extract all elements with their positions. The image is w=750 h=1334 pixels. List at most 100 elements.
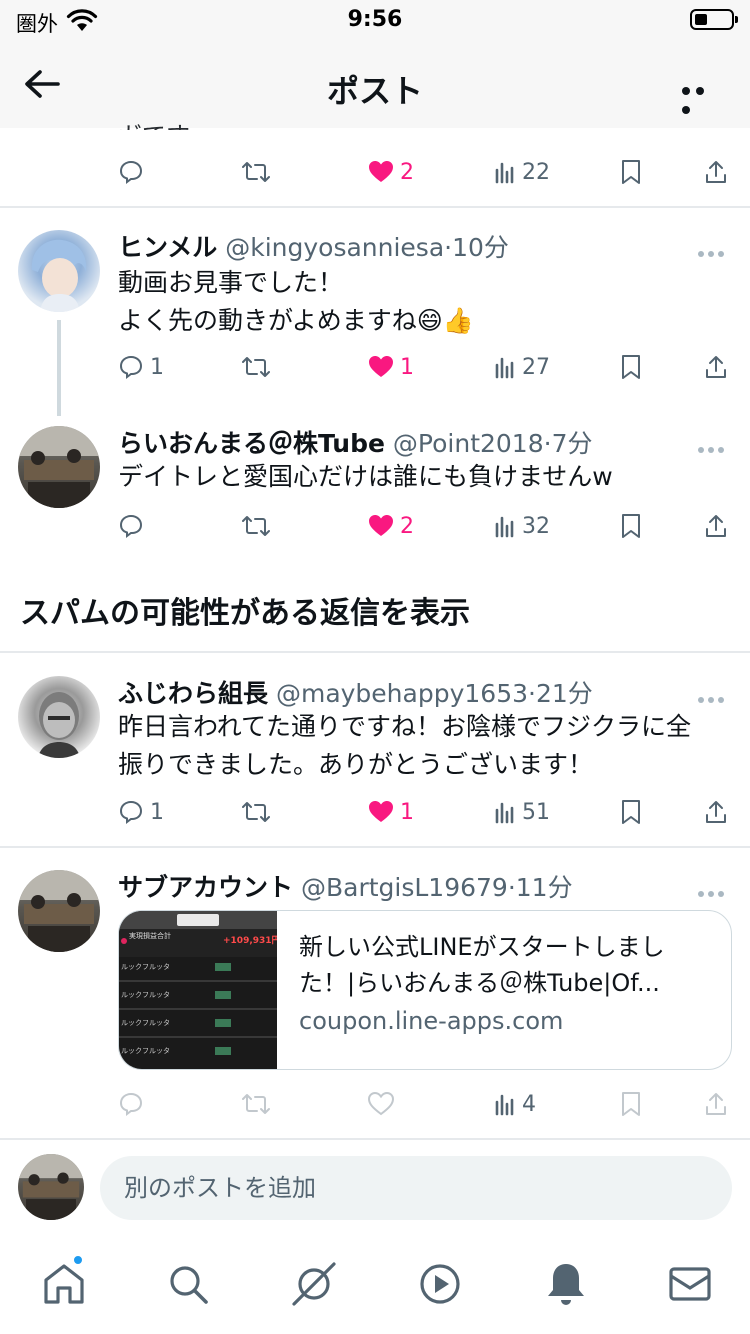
bookmark-button[interactable] [620, 799, 642, 825]
post-more-icon[interactable] [698, 882, 728, 897]
share-icon [706, 356, 726, 378]
avatar[interactable] [18, 870, 100, 952]
reply-icon [119, 800, 143, 824]
action-bar: 2 32 [118, 506, 728, 546]
views-button[interactable]: 22 [494, 160, 550, 185]
share-button[interactable] [704, 159, 728, 185]
reply-button[interactable] [118, 513, 144, 539]
like-count: 1 [400, 799, 414, 825]
bookmark-icon [622, 160, 640, 184]
views-chart-icon [495, 357, 514, 379]
view-count: 22 [522, 159, 550, 185]
display-name[interactable]: ヒンメル [118, 233, 217, 262]
more-options-icon[interactable] [682, 80, 722, 114]
notifications-icon[interactable] [542, 1260, 590, 1308]
views-chart-icon [495, 162, 514, 184]
like-button[interactable]: 1 [368, 800, 414, 825]
user-handle[interactable]: @maybehappy1653 [276, 679, 528, 708]
share-icon [706, 801, 726, 823]
views-button[interactable]: 27 [494, 355, 550, 380]
repost-button[interactable] [242, 799, 270, 825]
battery-icon [690, 9, 738, 30]
like-button[interactable]: 1 [368, 355, 414, 380]
share-button[interactable] [704, 513, 728, 539]
display-name[interactable]: ふじわら組長 [118, 679, 268, 708]
nav-bar: ポスト [0, 44, 750, 128]
link-card-thumbnail: 実現損益合計 +109,931円 ルックフルッタ ルックフルッタ ルックフルッタ… [119, 911, 277, 1069]
post-more-icon[interactable] [698, 688, 728, 703]
video-icon[interactable] [416, 1260, 464, 1308]
post-header: サブアカウント @BartgisL19679·11分 [118, 868, 573, 904]
repost-button[interactable] [242, 513, 270, 539]
notification-dot [72, 1254, 84, 1266]
home-icon[interactable] [40, 1260, 88, 1308]
post-time: 10分 [452, 233, 509, 262]
user-handle[interactable]: @Point2018 [393, 429, 544, 458]
user-handle[interactable]: @BartgisL19679 [301, 873, 508, 902]
post-text: 動画お見事でした！ よく先の動きがよめますね😄👍 [118, 264, 728, 340]
post-more-icon[interactable] [698, 438, 728, 453]
messages-icon[interactable] [666, 1260, 714, 1308]
link-card-domain: coupon.line-apps.com [299, 1007, 564, 1035]
share-button[interactable] [704, 354, 728, 380]
thumb-row-label: ルックフルッタ [121, 962, 170, 971]
post-text-line: 動画お見事でした！ [118, 268, 344, 297]
bookmark-icon [622, 355, 640, 379]
bookmark-button[interactable] [620, 513, 642, 539]
bookmark-button[interactable] [620, 354, 642, 380]
reply-count: 1 [150, 354, 164, 380]
avatar[interactable] [18, 676, 100, 758]
views-button[interactable]: 32 [494, 514, 550, 539]
grok-icon[interactable] [290, 1260, 338, 1308]
avatar[interactable] [18, 426, 100, 508]
repost-button[interactable] [242, 354, 270, 380]
views-button[interactable]: 51 [494, 800, 550, 825]
repost-button[interactable] [242, 159, 270, 185]
reply-icon [119, 355, 143, 379]
post-more-icon[interactable] [698, 242, 728, 257]
action-bar: 1 1 51 [118, 792, 728, 832]
post-header: らいおんまる＠株Tube @Point2018·7分 [118, 424, 592, 460]
post-time: 11分 [515, 873, 573, 902]
post-time: 21分 [535, 679, 593, 708]
avatar-image [38, 692, 80, 758]
reply-count: 1 [150, 799, 164, 825]
action-bar: 1 1 27 [118, 347, 728, 387]
link-card-title: 新しい公式LINEがスタートしました！|らいおんまる＠株Tube|Of... [299, 933, 665, 997]
own-avatar [18, 1154, 84, 1220]
share-icon [706, 515, 726, 537]
views-chart-icon [495, 516, 514, 538]
add-post-input[interactable]: 別のポストを追加 [100, 1156, 732, 1220]
clock: 9:56 [347, 7, 403, 32]
bookmark-icon [622, 800, 640, 824]
avatar-image [18, 426, 100, 508]
views-bar: 4 [118, 1084, 728, 1124]
reply-button[interactable]: 1 [118, 799, 164, 825]
post-text-line: 振りできました。ありがとうございます！ [118, 750, 594, 779]
user-handle[interactable]: @kingyosanniesa [225, 233, 444, 262]
partial-post-text: ガですw [118, 116, 210, 130]
action-bar: 2 22 [118, 152, 728, 192]
display-name[interactable]: サブアカウント [118, 873, 293, 902]
views-button[interactable]: 4 [494, 1092, 536, 1117]
avatar-image [18, 1154, 84, 1220]
like-button[interactable]: 2 [368, 160, 414, 185]
like-button[interactable]: 2 [368, 514, 414, 539]
separator-dot: · [507, 873, 516, 902]
display-name[interactable]: らいおんまる＠株Tube [118, 429, 385, 458]
separator-dot: · [444, 233, 453, 262]
show-spam-replies-link[interactable]: スパムの可能性がある返信を表示 [20, 588, 470, 632]
link-preview-card[interactable]: 実現損益合計 +109,931円 ルックフルッタ ルックフルッタ ルックフルッタ… [118, 910, 732, 1070]
avatar[interactable] [18, 230, 100, 312]
share-button[interactable] [704, 799, 728, 825]
reply-button[interactable] [118, 159, 144, 185]
view-count: 32 [522, 513, 550, 539]
search-icon[interactable] [164, 1260, 212, 1308]
bookmark-button[interactable] [620, 159, 642, 185]
view-count: 51 [522, 799, 550, 825]
post-text-line: デイトレと愛国心だけは誰にも負けませんw [118, 462, 613, 491]
like-count: 2 [400, 513, 414, 539]
post-text: 昨日言われてた通りですね！お陰様でフジクラに全 振りできました。ありがとうござい… [118, 708, 728, 784]
heart-filled-icon [369, 161, 393, 182]
reply-button[interactable]: 1 [118, 354, 164, 380]
